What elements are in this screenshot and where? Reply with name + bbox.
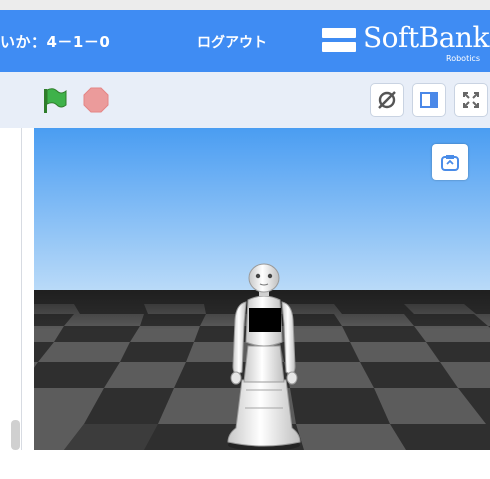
camera-reset-icon xyxy=(441,155,459,171)
sidebar-layout-icon xyxy=(420,92,438,108)
logo-subtext: Robotics xyxy=(446,54,480,63)
stop-icon[interactable] xyxy=(82,86,110,114)
expand-icon xyxy=(463,92,479,108)
small-stage-button[interactable] xyxy=(412,83,446,117)
blocks-panel-edge xyxy=(0,128,22,450)
stage-toolbar xyxy=(0,72,490,128)
hide-stage-button[interactable] xyxy=(370,83,404,117)
simulation-view xyxy=(34,128,490,450)
page-title: いか：4－1－0 xyxy=(0,33,111,51)
scrollbar-thumb[interactable] xyxy=(11,420,20,450)
softbank-logo-icon xyxy=(322,28,356,52)
top-border xyxy=(0,0,490,10)
bottom-area xyxy=(0,450,490,479)
fullscreen-button[interactable] xyxy=(454,83,488,117)
eye-slash-icon xyxy=(378,91,396,109)
header-bar: いか：4－1－0 ログアウト SoftBank Robotics xyxy=(0,10,490,72)
robot-simulator-stage[interactable] xyxy=(34,128,490,450)
logo-text: SoftBank xyxy=(363,21,489,54)
logout-link[interactable]: ログアウト xyxy=(197,32,267,52)
green-flag-icon[interactable] xyxy=(40,86,70,116)
camera-reset-button[interactable] xyxy=(432,144,468,180)
